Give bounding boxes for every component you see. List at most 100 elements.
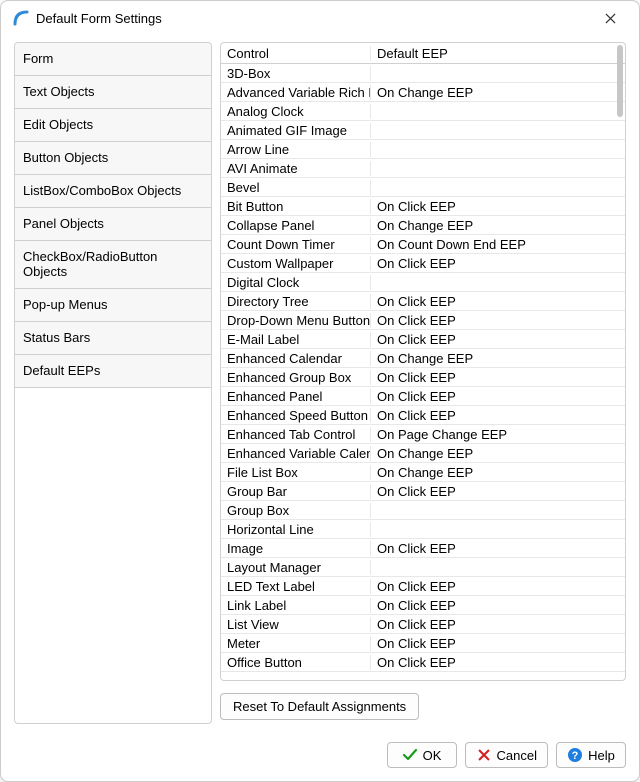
table-row[interactable]: ImageOn Click EEP	[221, 539, 625, 558]
grid-header-row: ControlDefault EEP	[221, 43, 625, 64]
sidebar-item[interactable]: Pop-up Menus	[15, 289, 211, 322]
control-cell: Link Label	[221, 598, 371, 613]
eep-cell: On Click EEP	[371, 541, 625, 556]
x-icon	[476, 747, 492, 763]
table-row[interactable]: Enhanced PanelOn Click EEP	[221, 387, 625, 406]
eep-cell: On Page Change EEP	[371, 427, 625, 442]
control-cell: Bevel	[221, 180, 371, 195]
control-cell: AVI Animate	[221, 161, 371, 176]
right-column: ControlDefault EEP3D-BoxAdvanced Variabl…	[220, 42, 626, 724]
table-row[interactable]: LED Text LabelOn Click EEP	[221, 577, 625, 596]
control-cell: Group Bar	[221, 484, 371, 499]
table-row[interactable]: Advanced Variable Rich EditOn Change EEP	[221, 83, 625, 102]
grid-scroll-area[interactable]: ControlDefault EEP3D-BoxAdvanced Variabl…	[221, 43, 625, 680]
window-title: Default Form Settings	[36, 11, 592, 26]
control-cell: Advanced Variable Rich Edit	[221, 85, 371, 100]
close-button[interactable]	[592, 4, 628, 32]
assignments-grid: ControlDefault EEP3D-BoxAdvanced Variabl…	[220, 42, 626, 681]
table-row[interactable]: Animated GIF Image	[221, 121, 625, 140]
control-cell: Office Button	[221, 655, 371, 670]
eep-cell: On Click EEP	[371, 617, 625, 632]
main-row: FormText ObjectsEdit ObjectsButton Objec…	[14, 42, 626, 724]
eep-cell: On Click EEP	[371, 199, 625, 214]
column-header-eep[interactable]: Default EEP	[371, 46, 625, 61]
table-row[interactable]: Enhanced Speed ButtonOn Click EEP	[221, 406, 625, 425]
control-cell: Meter	[221, 636, 371, 651]
table-row[interactable]: Enhanced Variable CalendarOn Change EEP	[221, 444, 625, 463]
table-row[interactable]: Collapse PanelOn Change EEP	[221, 216, 625, 235]
control-cell: Enhanced Variable Calendar	[221, 446, 371, 461]
cancel-label: Cancel	[497, 748, 537, 763]
control-cell: 3D-Box	[221, 66, 371, 81]
ok-button[interactable]: OK	[387, 742, 457, 768]
eep-cell: On Click EEP	[371, 598, 625, 613]
help-label: Help	[588, 748, 615, 763]
table-row[interactable]: Directory TreeOn Click EEP	[221, 292, 625, 311]
eep-cell: On Click EEP	[371, 408, 625, 423]
control-cell: Count Down Timer	[221, 237, 371, 252]
control-cell: Group Box	[221, 503, 371, 518]
table-row[interactable]: Group BarOn Click EEP	[221, 482, 625, 501]
eep-cell: On Click EEP	[371, 370, 625, 385]
control-cell: Enhanced Calendar	[221, 351, 371, 366]
help-button[interactable]: ? Help	[556, 742, 626, 768]
table-row[interactable]: Bevel	[221, 178, 625, 197]
sidebar-item[interactable]: Text Objects	[15, 76, 211, 109]
table-row[interactable]: Analog Clock	[221, 102, 625, 121]
table-row[interactable]: Horizontal Line	[221, 520, 625, 539]
table-row[interactable]: List ViewOn Click EEP	[221, 615, 625, 634]
control-cell: E-Mail Label	[221, 332, 371, 347]
table-row[interactable]: E-Mail LabelOn Click EEP	[221, 330, 625, 349]
table-row[interactable]: AVI Animate	[221, 159, 625, 178]
table-row[interactable]: Arrow Line	[221, 140, 625, 159]
eep-cell: On Change EEP	[371, 85, 625, 100]
control-cell: Collapse Panel	[221, 218, 371, 233]
table-row[interactable]: Drop-Down Menu ButtonOn Click EEP	[221, 311, 625, 330]
control-cell: Drop-Down Menu Button	[221, 313, 371, 328]
control-cell: List View	[221, 617, 371, 632]
eep-cell: On Count Down End EEP	[371, 237, 625, 252]
eep-cell: On Click EEP	[371, 655, 625, 670]
sidebar-item[interactable]: Default EEPs	[15, 355, 211, 388]
control-cell: Horizontal Line	[221, 522, 371, 537]
reset-row: Reset To Default Assignments	[220, 681, 626, 724]
table-row[interactable]: Enhanced Group BoxOn Click EEP	[221, 368, 625, 387]
scrollbar-thumb[interactable]	[617, 45, 623, 117]
dialog-window: Default Form Settings FormText ObjectsEd…	[0, 0, 640, 782]
table-row[interactable]: 3D-Box	[221, 64, 625, 83]
eep-cell: On Change EEP	[371, 446, 625, 461]
titlebar: Default Form Settings	[2, 2, 638, 34]
sidebar-item[interactable]: ListBox/ComboBox Objects	[15, 175, 211, 208]
table-row[interactable]: Digital Clock	[221, 273, 625, 292]
control-cell: Image	[221, 541, 371, 556]
table-row[interactable]: File List BoxOn Change EEP	[221, 463, 625, 482]
table-row[interactable]: Enhanced Tab ControlOn Page Change EEP	[221, 425, 625, 444]
content-area: FormText ObjectsEdit ObjectsButton Objec…	[2, 34, 638, 736]
sidebar-item[interactable]: CheckBox/RadioButton Objects	[15, 241, 211, 289]
ok-label: OK	[423, 748, 442, 763]
sidebar-item[interactable]: Form	[15, 43, 211, 76]
table-row[interactable]: Group Box	[221, 501, 625, 520]
sidebar-item[interactable]: Button Objects	[15, 142, 211, 175]
eep-cell: On Click EEP	[371, 256, 625, 271]
table-row[interactable]: MeterOn Click EEP	[221, 634, 625, 653]
control-cell: Enhanced Speed Button	[221, 408, 371, 423]
table-row[interactable]: Link LabelOn Click EEP	[221, 596, 625, 615]
sidebar-item[interactable]: Panel Objects	[15, 208, 211, 241]
table-row[interactable]: Count Down TimerOn Count Down End EEP	[221, 235, 625, 254]
table-row[interactable]: Enhanced CalendarOn Change EEP	[221, 349, 625, 368]
eep-cell: On Click EEP	[371, 313, 625, 328]
sidebar-item[interactable]: Status Bars	[15, 322, 211, 355]
control-cell: LED Text Label	[221, 579, 371, 594]
table-row[interactable]: Custom WallpaperOn Click EEP	[221, 254, 625, 273]
column-header-control[interactable]: Control	[221, 46, 371, 61]
cancel-button[interactable]: Cancel	[465, 742, 548, 768]
table-row[interactable]: Layout Manager	[221, 558, 625, 577]
reset-to-default-button[interactable]: Reset To Default Assignments	[220, 693, 419, 720]
sidebar-item[interactable]: Edit Objects	[15, 109, 211, 142]
control-cell: File List Box	[221, 465, 371, 480]
table-row[interactable]: Office ButtonOn Click EEP	[221, 653, 625, 672]
control-cell: Custom Wallpaper	[221, 256, 371, 271]
table-row[interactable]: Bit ButtonOn Click EEP	[221, 197, 625, 216]
control-cell: Enhanced Panel	[221, 389, 371, 404]
